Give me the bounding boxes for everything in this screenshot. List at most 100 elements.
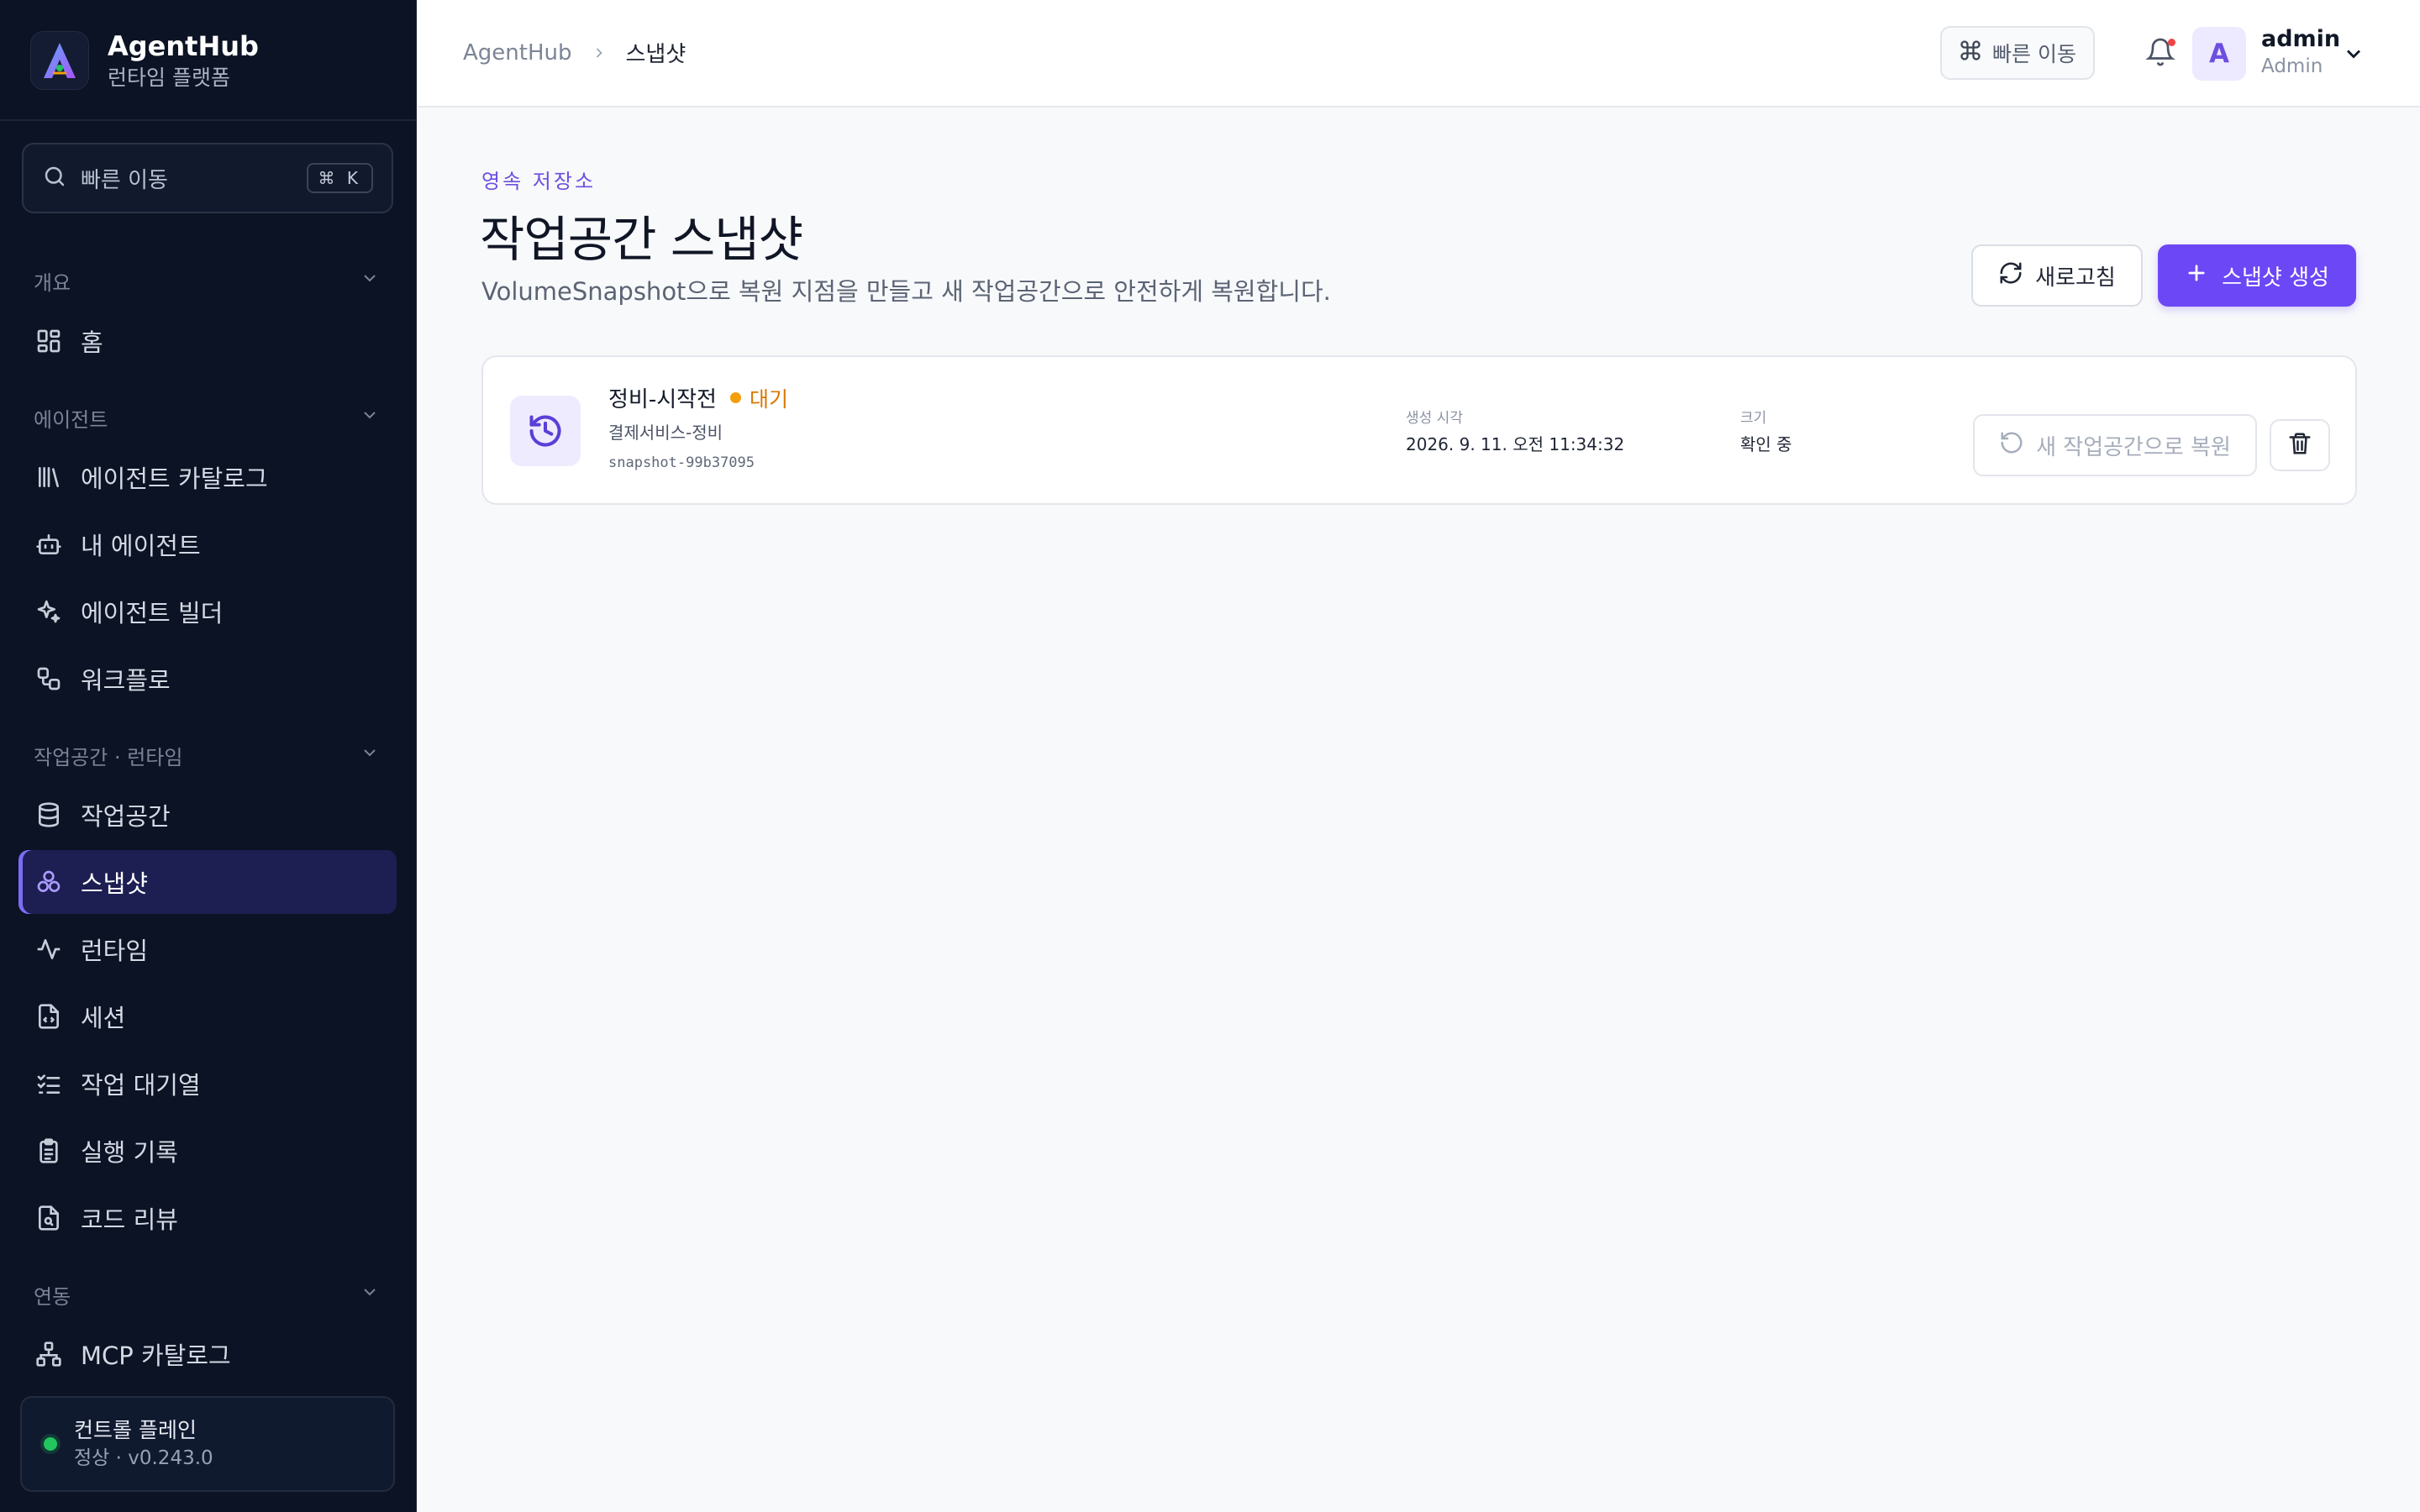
notifications-button[interactable] bbox=[2140, 34, 2181, 74]
status-dot bbox=[729, 392, 741, 403]
section-label: 개요 bbox=[34, 270, 71, 295]
sidebar-item-sessions[interactable]: 세션 bbox=[18, 984, 397, 1048]
sidebar-item-mcp-catalog[interactable]: MCP 카탈로그 bbox=[18, 1322, 397, 1386]
restore-button[interactable]: 새 작업공간으로 복원 bbox=[1973, 414, 2257, 476]
control-plane-title: 컨트롤 플레인 bbox=[74, 1418, 197, 1442]
brand[interactable]: AgentHub 런타임 플랫폼 bbox=[30, 30, 259, 91]
chevron-down-icon bbox=[360, 268, 380, 293]
sidebar-item-run-history[interactable]: 실행 기록 bbox=[18, 1119, 397, 1183]
network-icon bbox=[34, 1339, 64, 1369]
chevron-down-icon[interactable] bbox=[2342, 42, 2365, 69]
file-search-icon bbox=[34, 1203, 64, 1233]
sidebar-item-code-review[interactable]: 코드 리뷰 bbox=[18, 1186, 397, 1250]
breadcrumb-current: 스냅샷 bbox=[625, 42, 687, 67]
sidebar-item-workspaces[interactable]: 작업공간 bbox=[18, 783, 397, 847]
shortcut-badge: ⌘ K bbox=[306, 163, 373, 193]
sidebar-item-label: 스냅샷 bbox=[81, 869, 149, 898]
avatar[interactable]: A bbox=[2192, 27, 2246, 81]
control-plane-version: 정상 · v0.243.0 bbox=[74, 1447, 213, 1469]
quick-nav-button[interactable]: 빠른 이동 bbox=[1940, 26, 2095, 80]
rotate-ccw-icon bbox=[1999, 430, 2036, 461]
bot-icon bbox=[34, 529, 64, 559]
command-icon bbox=[1959, 39, 1992, 67]
sidebar-item-label: 에이전트 카탈로그 bbox=[81, 465, 268, 493]
sparkles-icon bbox=[34, 596, 64, 627]
activity-icon bbox=[34, 934, 64, 964]
database-icon bbox=[34, 800, 64, 830]
sidebar-item-label: 워크플로 bbox=[81, 666, 171, 695]
sidebar-item-workflow[interactable]: 워크플로 bbox=[18, 647, 397, 711]
notification-dot bbox=[2168, 39, 2175, 46]
sidebar-search-placeholder: 빠른 이동 bbox=[81, 167, 168, 193]
app-subtitle: 런타임 플랫폼 bbox=[108, 66, 230, 90]
create-snapshot-button[interactable]: 스냅샷 생성 bbox=[2158, 244, 2356, 307]
section-workspace-runtime[interactable]: 작업공간 · 런타임 bbox=[34, 738, 380, 772]
sidebar-item-label: 실행 기록 bbox=[81, 1138, 178, 1167]
clipboard-icon bbox=[34, 1136, 64, 1166]
trash-icon bbox=[2287, 431, 2312, 459]
size-value: 확인 중 bbox=[1740, 434, 1792, 454]
section-integrations[interactable]: 연동 bbox=[34, 1278, 380, 1311]
restore-label: 새 작업공간으로 복원 bbox=[2036, 434, 2231, 460]
chevron-down-icon bbox=[360, 1282, 380, 1307]
boxes-icon bbox=[34, 867, 64, 897]
list-checks-icon bbox=[34, 1068, 64, 1099]
sidebar-item-label: 작업공간 bbox=[81, 802, 171, 831]
sidebar-item-home[interactable]: 홈 bbox=[18, 309, 397, 373]
delete-button[interactable] bbox=[2270, 419, 2330, 471]
created-label: 생성 시각 bbox=[1406, 410, 1463, 427]
page-eyebrow: 영속 저장소 bbox=[481, 170, 597, 193]
refresh-icon bbox=[1998, 260, 2035, 291]
sidebar-item-label: 홈 bbox=[81, 328, 103, 357]
snapshot-workspace: 결제서비스-정비 bbox=[608, 423, 723, 443]
refresh-button[interactable]: 새로고침 bbox=[1971, 244, 2143, 307]
search-icon bbox=[42, 164, 67, 192]
sidebar-item-label: 코드 리뷰 bbox=[81, 1205, 178, 1234]
chevron-right-icon bbox=[591, 45, 608, 61]
status-badge: 대기 bbox=[749, 386, 788, 412]
sidebar-search[interactable]: 빠른 이동 ⌘ K bbox=[22, 143, 393, 213]
sidebar: AgentHub 런타임 플랫폼 빠른 이동 ⌘ K 개요 홈 에이전트 에이전… bbox=[0, 0, 417, 1512]
section-label: 에이전트 bbox=[34, 407, 108, 432]
sidebar-divider bbox=[0, 119, 417, 121]
sidebar-item-label: MCP 카탈로그 bbox=[81, 1341, 231, 1370]
sidebar-item-label: 작업 대기열 bbox=[81, 1071, 201, 1100]
section-label: 연동 bbox=[34, 1284, 71, 1309]
plus-icon bbox=[2185, 261, 2222, 291]
sidebar-item-agent-builder[interactable]: 에이전트 빌더 bbox=[18, 580, 397, 643]
sidebar-item-label: 세션 bbox=[81, 1004, 126, 1032]
breadcrumb-root[interactable]: AgentHub bbox=[463, 40, 572, 66]
dashboard-icon bbox=[34, 326, 64, 356]
user-name: admin bbox=[2261, 26, 2341, 52]
sidebar-item-task-queue[interactable]: 작업 대기열 bbox=[18, 1052, 397, 1116]
library-icon bbox=[34, 462, 64, 492]
sidebar-item-label: 내 에이전트 bbox=[81, 532, 201, 560]
sidebar-item-snapshots[interactable]: 스냅샷 bbox=[18, 850, 397, 914]
user-menu[interactable]: admin Admin bbox=[2261, 25, 2340, 79]
history-icon bbox=[510, 396, 581, 466]
user-role: Admin bbox=[2261, 55, 2323, 77]
main-content: 영속 저장소 작업공간 스냅샷 VolumeSnapshot으로 복원 지점을 … bbox=[418, 109, 2420, 1512]
agenthub-logo bbox=[30, 31, 89, 90]
size-label: 크기 bbox=[1740, 410, 1767, 427]
control-plane-status[interactable]: 컨트롤 플레인 정상 · v0.243.0 bbox=[20, 1396, 395, 1492]
workflow-icon bbox=[34, 664, 64, 694]
sidebar-item-label: 런타임 bbox=[81, 937, 149, 965]
sidebar-item-agent-catalog[interactable]: 에이전트 카탈로그 bbox=[18, 445, 397, 509]
breadcrumb: AgentHub 스냅샷 bbox=[463, 37, 686, 68]
snapshot-id: snapshot-99b37095 bbox=[608, 454, 755, 471]
created-value: 2026. 9. 11. 오전 11:34:32 bbox=[1406, 434, 1625, 454]
topbar: AgentHub 스냅샷 빠른 이동 A admin Admin bbox=[418, 0, 2420, 108]
app-name: AgentHub bbox=[108, 30, 259, 62]
section-label: 작업공간 · 런타임 bbox=[34, 745, 183, 769]
snapshot-card: 정비-시작전 대기 결제서비스-정비 snapshot-99b37095 생성 … bbox=[481, 355, 2357, 505]
section-agents[interactable]: 에이전트 bbox=[34, 401, 380, 434]
sidebar-item-runtime[interactable]: 런타임 bbox=[18, 917, 397, 981]
page-description: VolumeSnapshot으로 복원 지점을 만들고 새 작업공간으로 안전하… bbox=[481, 277, 1331, 306]
snapshot-name: 정비-시작전 bbox=[608, 387, 717, 412]
chevron-down-icon bbox=[360, 405, 380, 430]
section-overview[interactable]: 개요 bbox=[34, 264, 380, 297]
sidebar-item-my-agents[interactable]: 내 에이전트 bbox=[18, 512, 397, 576]
sidebar-item-label: 에이전트 빌더 bbox=[81, 599, 224, 627]
chevron-down-icon bbox=[360, 743, 380, 768]
